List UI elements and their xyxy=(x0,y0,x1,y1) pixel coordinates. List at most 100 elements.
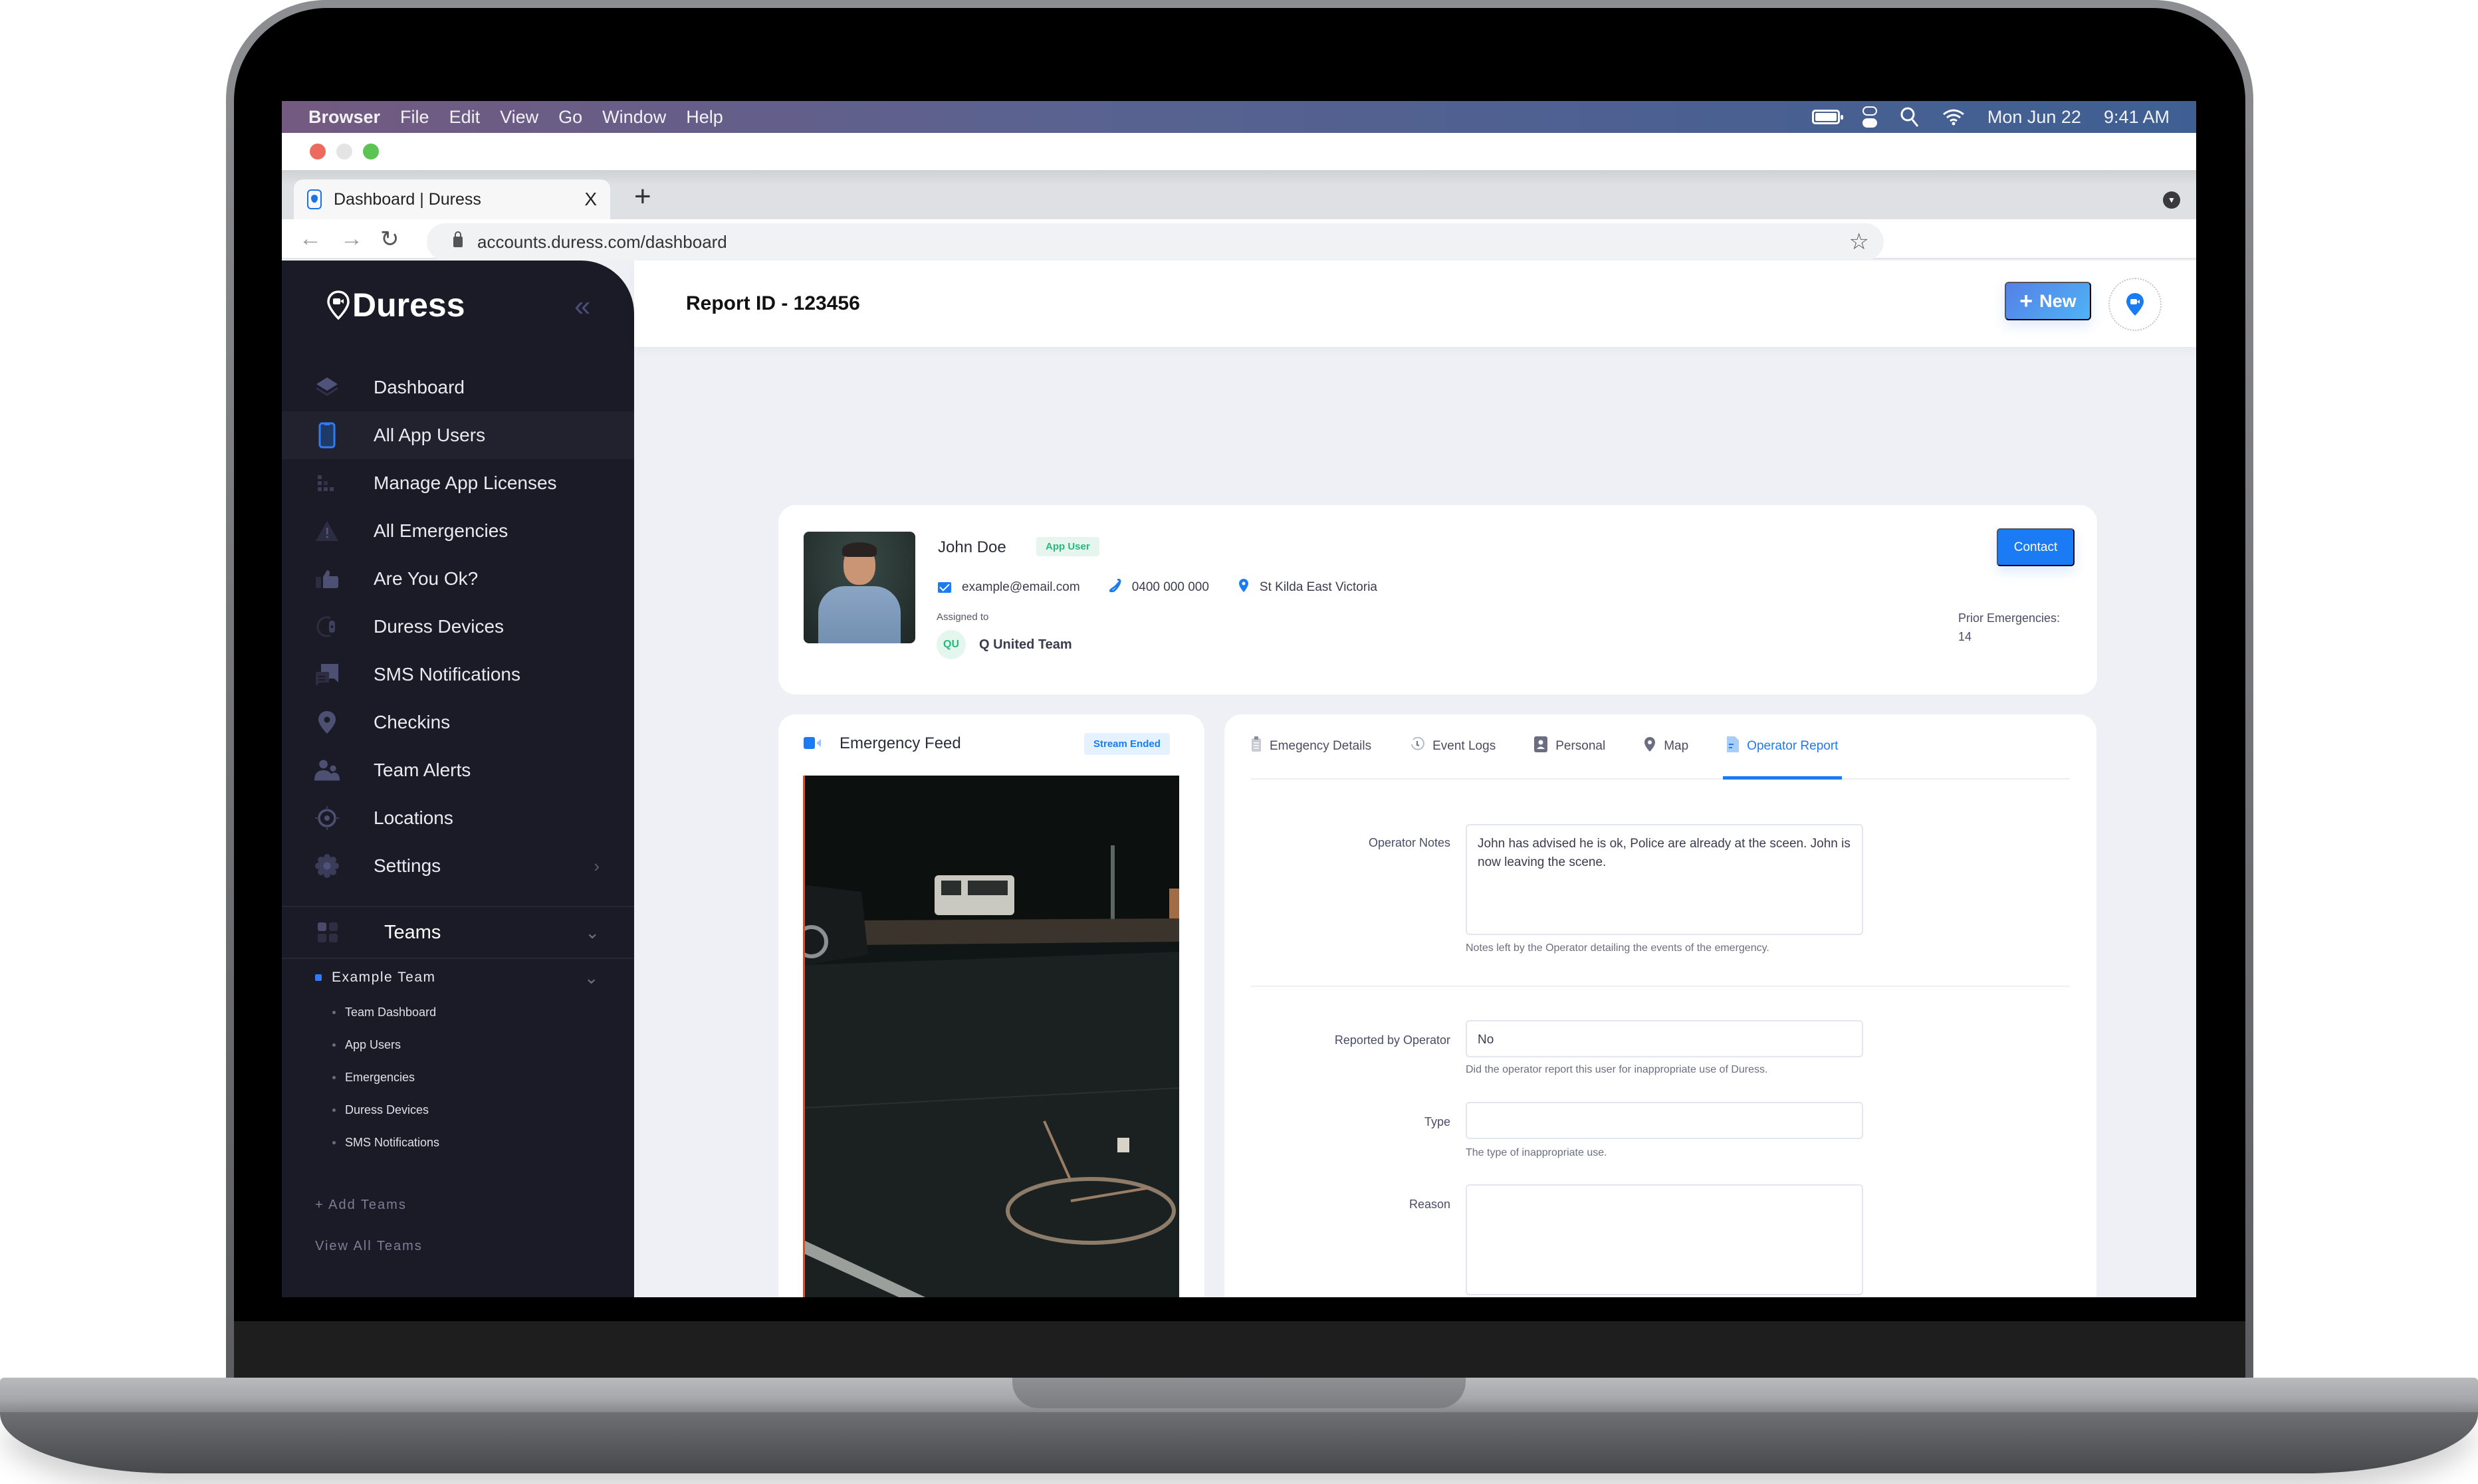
sidebar-item-settings[interactable]: Settings › xyxy=(282,842,634,890)
history-icon xyxy=(1410,736,1425,756)
subitem-label: App Users xyxy=(345,1038,401,1051)
new-button-label: New xyxy=(2039,290,2077,311)
sidebar-item-label: Locations xyxy=(374,807,453,828)
chat-icon xyxy=(314,661,340,688)
lock-icon xyxy=(453,231,463,247)
team-subitem-duress-devices[interactable]: Duress Devices xyxy=(282,1094,634,1126)
bullet-icon xyxy=(332,1109,336,1112)
phone-call-icon xyxy=(1108,578,1121,596)
assigned-team[interactable]: QU Q United Team xyxy=(937,630,1072,659)
browser-tab[interactable]: Dashboard | Duress X xyxy=(294,179,610,219)
menu-date[interactable]: Mon Jun 22 xyxy=(1987,107,2081,128)
back-button[interactable]: ← xyxy=(299,226,322,252)
user-avatar-photo xyxy=(804,532,915,643)
contact-button[interactable]: Contact xyxy=(1997,528,2075,566)
team-subitem-emergencies[interactable]: Emergencies xyxy=(282,1061,634,1094)
menu-view[interactable]: View xyxy=(500,107,538,128)
menu-help[interactable]: Help xyxy=(686,107,723,128)
emergency-video-player[interactable]: ▶ 🔊︎ ⤢ xyxy=(803,776,1179,1297)
maximize-window-button[interactable] xyxy=(363,144,379,159)
tab-title: Dashboard | Duress xyxy=(334,189,481,209)
subitem-label: SMS Notifications xyxy=(345,1136,440,1149)
view-all-teams-link[interactable]: View All Teams xyxy=(282,1225,634,1267)
user-card: John Doe App User example@email.com 0400… xyxy=(778,505,2097,694)
menu-app-name[interactable]: Browser xyxy=(308,107,380,128)
tab-operator-report[interactable]: Operator Report xyxy=(1723,714,1843,780)
tab-map[interactable]: Map xyxy=(1644,714,1688,778)
laptop-hinge-notch xyxy=(1012,1378,1466,1408)
reason-label: Reason xyxy=(1408,1198,1450,1211)
menu-time[interactable]: 9:41 AM xyxy=(2104,107,2170,128)
screen: Browser File Edit View Go Window Help Mo… xyxy=(282,101,2196,1297)
tab-emergency-details[interactable]: Emegency Details xyxy=(1251,714,1371,778)
reason-textarea[interactable] xyxy=(1466,1184,1863,1295)
sidebar-item-sms-notifications[interactable]: SMS Notifications xyxy=(282,651,634,698)
minimize-window-button[interactable] xyxy=(336,144,352,159)
reported-by-operator-field[interactable]: No xyxy=(1466,1020,1863,1057)
sidebar-item-team-alerts[interactable]: Team Alerts xyxy=(282,746,634,794)
person-badge-icon xyxy=(1534,736,1548,756)
map-pin-icon xyxy=(314,709,340,736)
menu-edit[interactable]: Edit xyxy=(449,107,481,128)
sidebar-item-are-you-ok[interactable]: Are You Ok? xyxy=(282,555,634,603)
sidebar-item-all-emergencies[interactable]: All Emergencies xyxy=(282,507,634,555)
document-icon xyxy=(1727,736,1740,756)
sidebar-teams-header[interactable]: Teams ⌄ xyxy=(282,907,634,958)
sidebar-item-manage-app-licenses[interactable]: Manage App Licenses xyxy=(282,459,634,507)
tab-search-dropdown-icon[interactable]: ▼ xyxy=(2163,191,2180,209)
menu-go[interactable]: Go xyxy=(558,107,582,128)
duress-app: Duress « Dashboard All App Users Manage … xyxy=(282,261,2196,1297)
layers-icon xyxy=(314,374,340,401)
laptop-base-lower xyxy=(0,1412,2478,1473)
form-divider xyxy=(1251,986,2070,987)
prior-emergencies: Prior Emergencies: 14 xyxy=(1958,609,2060,646)
duress-pin-button[interactable] xyxy=(2108,278,2162,331)
team-subitem-team-dashboard[interactable]: Team Dashboard xyxy=(282,996,634,1029)
prior-emergencies-label: Prior Emergencies: xyxy=(1958,611,2061,625)
sidebar: Duress « Dashboard All App Users Manage … xyxy=(282,261,634,1297)
menu-window[interactable]: Window xyxy=(602,107,666,128)
team-subitem-app-users[interactable]: App Users xyxy=(282,1029,634,1061)
close-tab-button[interactable]: X xyxy=(584,189,597,210)
close-window-button[interactable] xyxy=(310,144,326,159)
operator-notes-label: Operator Notes xyxy=(1368,836,1450,849)
prior-emergencies-count: 14 xyxy=(1958,630,1972,643)
user-email[interactable]: example@email.com xyxy=(962,580,1080,595)
address-bar[interactable]: accounts.duress.com/dashboard ☆ xyxy=(427,223,1884,261)
grid-icon xyxy=(318,922,338,942)
operator-notes-textarea[interactable]: John has advised he is ok, Police are al… xyxy=(1466,824,1863,935)
sidebar-item-label: Checkins xyxy=(374,712,451,732)
collapse-sidebar-icon[interactable]: « xyxy=(574,290,591,323)
sidebar-item-all-app-users[interactable]: All App Users xyxy=(282,411,634,459)
sidebar-item-dashboard[interactable]: Dashboard xyxy=(282,364,634,411)
duress-logo[interactable]: Duress xyxy=(327,286,465,324)
sidebar-item-duress-devices[interactable]: Duress Devices xyxy=(282,603,634,651)
tab-personal[interactable]: Personal xyxy=(1534,714,1605,778)
report-card: Emegency Details Event Logs Personal Map… xyxy=(1224,714,2096,1297)
battery-icon[interactable] xyxy=(1811,110,1843,124)
location-pin-icon xyxy=(1238,578,1249,597)
spotlight-search-icon[interactable] xyxy=(1900,106,1920,128)
new-button[interactable]: + New xyxy=(2005,282,2091,320)
sidebar-item-checkins[interactable]: Checkins xyxy=(282,698,634,746)
forward-button[interactable]: → xyxy=(340,226,363,252)
bookmark-star-icon[interactable]: ☆ xyxy=(1849,229,1869,255)
type-label: Type xyxy=(1424,1115,1450,1128)
control-center-icon[interactable] xyxy=(1862,106,1877,128)
team-example-team[interactable]: Example Team ⌄ xyxy=(282,959,634,996)
type-input[interactable] xyxy=(1466,1102,1863,1139)
user-phone[interactable]: 0400 000 000 xyxy=(1132,580,1209,595)
sidebar-nav: Dashboard All App Users Manage App Licen… xyxy=(282,364,634,1267)
team-subitem-sms-notifications[interactable]: SMS Notifications xyxy=(282,1126,634,1159)
reload-button[interactable]: ↻ xyxy=(380,226,399,253)
add-teams-link[interactable]: + Add Teams xyxy=(282,1184,634,1225)
new-tab-button[interactable]: + xyxy=(634,182,651,211)
tab-event-logs[interactable]: Event Logs xyxy=(1410,714,1496,778)
menu-file[interactable]: File xyxy=(400,107,429,128)
sidebar-item-locations[interactable]: Locations xyxy=(282,794,634,842)
user-location: St Kilda East Victoria xyxy=(1259,580,1377,594)
wifi-icon[interactable] xyxy=(1942,108,1965,126)
page-header: Report ID - 123456 + New xyxy=(634,261,2196,347)
url-text[interactable]: accounts.duress.com/dashboard xyxy=(477,232,727,253)
tab-label: Event Logs xyxy=(1432,739,1496,753)
